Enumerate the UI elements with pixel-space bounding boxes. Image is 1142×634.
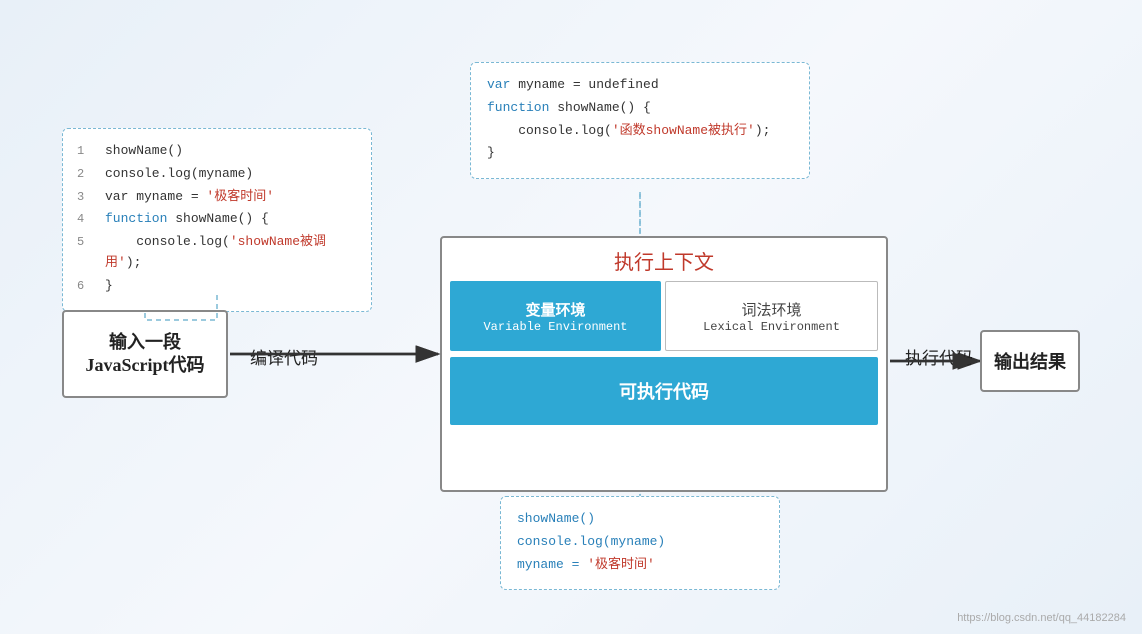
code-tr-line-3: console.log('函数showName被执行'); bbox=[487, 121, 793, 142]
var-env-title: 变量环境 bbox=[525, 299, 585, 320]
exec-code-title: 可执行代码 bbox=[619, 378, 709, 404]
code-tr-line-2: function showName() { bbox=[487, 98, 793, 119]
executable-code-box: 可执行代码 bbox=[450, 357, 878, 425]
watermark: https://blog.csdn.net/qq_44182284 bbox=[957, 612, 1126, 624]
code-box-bottom: showName() console.log(myname) myname = … bbox=[500, 496, 780, 590]
var-env-sub: Variable Environment bbox=[483, 320, 627, 334]
input-box: 输入一段 JavaScript代码 bbox=[62, 310, 228, 398]
code-line-3: 3 var myname = '极客时间' bbox=[77, 187, 357, 208]
output-box: 输出结果 bbox=[980, 330, 1080, 392]
compile-label: 编译代码 bbox=[250, 344, 318, 369]
exec-context-box: 执行上下文 变量环境 Variable Environment 词法环境 Lex… bbox=[440, 236, 888, 492]
code-b-line-3: myname = '极客时间' bbox=[517, 555, 763, 576]
code-line-4: 4 function showName() { bbox=[77, 209, 357, 230]
code-line-6: 6 } bbox=[77, 276, 357, 297]
code-line-2: 2 console.log(myname) bbox=[77, 164, 357, 185]
input-box-text: 输入一段 JavaScript代码 bbox=[86, 331, 205, 378]
code-box-left: 1 showName() 2 console.log(myname) 3 var… bbox=[62, 128, 372, 312]
output-box-text: 输出结果 bbox=[994, 348, 1066, 374]
code-line-1: 1 showName() bbox=[77, 141, 357, 162]
env-row: 变量环境 Variable Environment 词法环境 Lexical E… bbox=[450, 281, 878, 351]
code-box-top-right: var myname = undefined function showName… bbox=[470, 62, 810, 179]
code-tr-line-1: var myname = undefined bbox=[487, 75, 793, 96]
code-b-line-1: showName() bbox=[517, 509, 763, 530]
variable-environment-box: 变量环境 Variable Environment bbox=[450, 281, 661, 351]
code-line-5: 5 console.log('showName被调用'); bbox=[77, 232, 357, 274]
code-b-line-2: console.log(myname) bbox=[517, 532, 763, 553]
code-tr-line-4: } bbox=[487, 143, 793, 164]
lex-env-title: 词法环境 bbox=[741, 299, 801, 320]
exec-context-title: 执行上下文 bbox=[442, 246, 886, 275]
execute-label: 执行代码 bbox=[905, 344, 973, 369]
lexical-environment-box: 词法环境 Lexical Environment bbox=[665, 281, 878, 351]
lex-env-sub: Lexical Environment bbox=[703, 320, 840, 334]
diagram-container: 1 showName() 2 console.log(myname) 3 var… bbox=[0, 0, 1142, 634]
